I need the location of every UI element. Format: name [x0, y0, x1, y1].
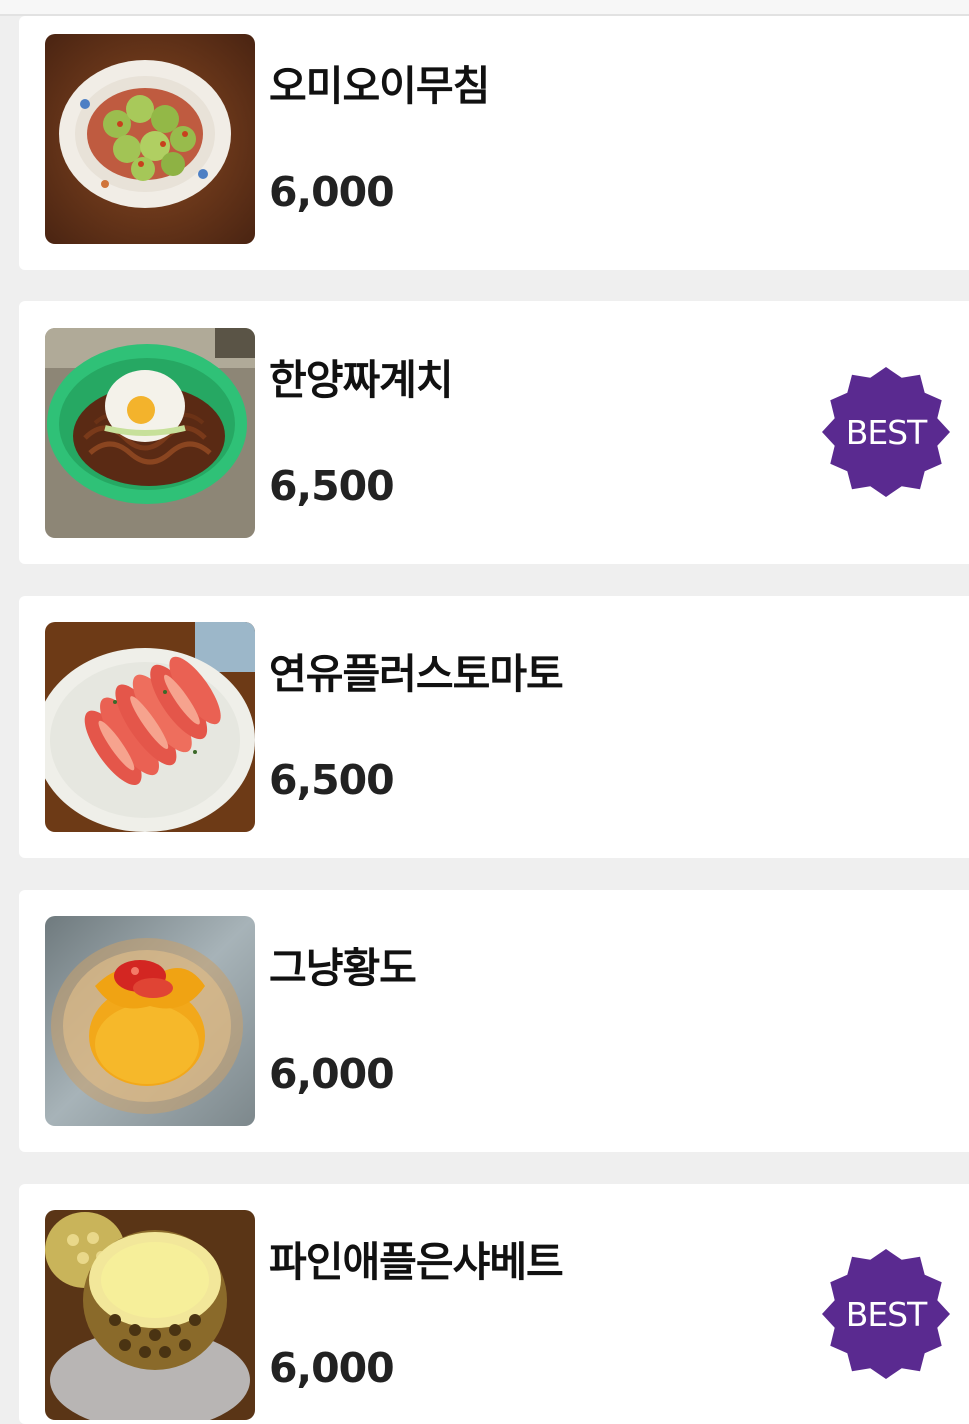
cucumber-salad-image	[45, 34, 255, 244]
best-badge-label: BEST	[845, 1294, 928, 1334]
menu-item-card[interactable]: 한양짜계치 6,500 BEST	[19, 301, 969, 564]
jjajang-ramen-image	[45, 328, 255, 538]
menu-item-card[interactable]: 연유플러스토마토 6,500	[19, 596, 969, 858]
best-badge-label: BEST	[845, 412, 928, 452]
item-name: 그냥황도	[269, 944, 417, 992]
cucumber-salad-photo[interactable]	[45, 34, 255, 244]
best-badge: BEST	[816, 1249, 956, 1379]
item-price: 6,500	[269, 462, 395, 510]
yellow-peach-image	[45, 916, 255, 1126]
best-badge: BEST	[816, 367, 956, 497]
menu-list: 오미오이무침 6,000 한양짜계치 6,500 BEST 연유플러스토마토 6…	[0, 0, 969, 1424]
menu-item-card[interactable]: 오미오이무침 6,000	[19, 16, 969, 270]
yellow-peach-photo[interactable]	[45, 916, 255, 1126]
jjajang-ramen-egg-photo[interactable]	[45, 328, 255, 538]
item-name: 오미오이무침	[269, 62, 490, 110]
sliced-tomato-photo[interactable]	[45, 622, 255, 832]
item-name: 한양짜계치	[269, 356, 454, 404]
item-price: 6,000	[269, 168, 395, 216]
pineapple-sherbet-image	[45, 1210, 255, 1420]
menu-item-card[interactable]: 그냥황도 6,000	[19, 890, 969, 1152]
item-name: 파인애플은샤베트	[269, 1238, 564, 1286]
menu-item-card[interactable]: 파인애플은샤베트 6,000 BEST	[19, 1184, 969, 1424]
item-price: 6,000	[269, 1344, 395, 1392]
item-price: 6,000	[269, 1050, 395, 1098]
item-price: 6,500	[269, 756, 395, 804]
sliced-tomato-image	[45, 622, 255, 832]
pineapple-sherbet-photo[interactable]	[45, 1210, 255, 1420]
item-name: 연유플러스토마토	[269, 650, 564, 698]
